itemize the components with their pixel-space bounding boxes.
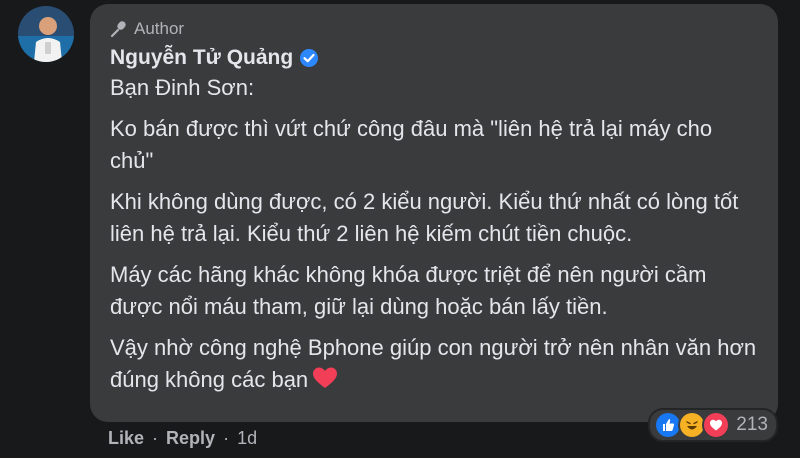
comment-bubble: Author Nguyễn Tử Quảng Bạn Đinh Sơn: Ko … [90, 4, 778, 422]
avatar[interactable] [18, 6, 74, 62]
comment-timestamp[interactable]: 1d [237, 428, 257, 449]
love-icon [702, 411, 731, 439]
author-badge: Author [110, 16, 758, 42]
verified-badge-icon [299, 48, 319, 68]
separator-dot: · [152, 428, 159, 448]
reaction-count: 213 [736, 414, 768, 435]
comment-paragraph: Bạn Đinh Sơn: [110, 75, 255, 100]
author-name[interactable]: Nguyễn Tử Quảng [110, 46, 293, 70]
heart-emoji-icon [312, 366, 338, 399]
microphone-icon [110, 20, 128, 38]
reactions-summary[interactable]: 213 [648, 408, 778, 442]
comment-actions: Like · Reply · 1d [108, 428, 257, 449]
comment-paragraph-last: Vậy nhờ công nghệ Bphone giúp con người … [110, 332, 758, 399]
comment-body: Bạn Đinh Sơn: Ko bán được thì vứt chứ cô… [110, 72, 758, 399]
comment-paragraph: Ko bán được thì vứt chứ công đâu mà "liê… [110, 116, 713, 173]
separator-dot: · [223, 428, 230, 448]
reply-button[interactable]: Reply [166, 428, 215, 449]
comment-paragraph-text: Vậy nhờ công nghệ Bphone giúp con người … [110, 335, 757, 392]
like-button[interactable]: Like [108, 428, 144, 449]
author-badge-label: Author [134, 19, 185, 38]
comment-paragraph: Máy các hãng khác không khóa được triệt … [110, 262, 707, 319]
comment-paragraph: Khi không dùng được, có 2 kiểu người. Ki… [110, 189, 739, 246]
